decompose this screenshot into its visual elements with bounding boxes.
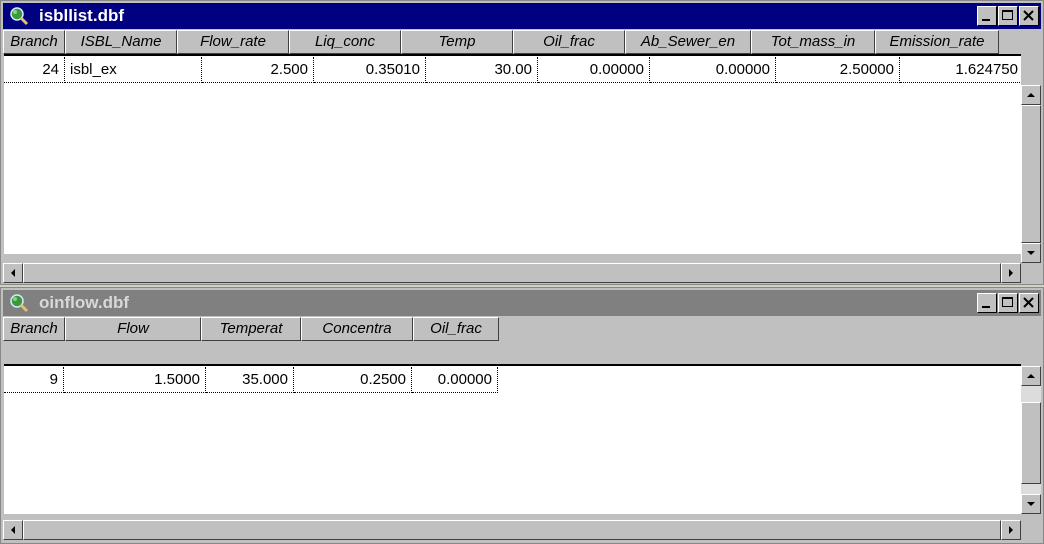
table-row[interactable]: 24 isbl_ex 2.500 0.35010 30.00 0.00000 0… [4,57,1021,83]
arrow-left-icon [11,526,15,534]
horizontal-scrollbar[interactable] [3,520,1021,540]
horizontal-scrollbar[interactable] [3,263,1021,283]
arrow-down-icon [1027,502,1035,506]
scrollbar-corner [1021,520,1041,540]
cell-flow[interactable]: 1.5000 [64,367,206,393]
data-grid[interactable]: 9 1.5000 35.000 0.2500 0.00000 [4,364,1021,514]
column-header-oil-frac[interactable]: Oil_frac [513,30,625,54]
column-header-ab-sewer-en[interactable]: Ab_Sewer_en [625,30,751,54]
arrow-right-icon [1009,526,1013,534]
data-grid[interactable]: 24 isbl_ex 2.500 0.35010 30.00 0.00000 0… [4,54,1021,254]
scroll-thumb[interactable] [23,263,1001,283]
arrow-left-icon [11,269,15,277]
isbllist-window: isbllist.dbf Branch ISBL_Name Flow_rate … [0,0,1044,285]
minimize-button[interactable] [977,6,997,26]
scroll-down-button[interactable] [1021,494,1041,514]
globe-magnifier-icon [10,294,29,313]
minimize-icon [982,19,990,21]
grid-divider [4,364,1021,366]
maximize-icon [1002,10,1013,20]
column-header-isbl-name[interactable]: ISBL_Name [65,30,177,54]
cell-branch[interactable]: 24 [4,57,65,83]
scrollbar-corner [1021,263,1041,283]
maximize-button[interactable] [998,293,1018,313]
cell-oil-frac[interactable]: 0.00000 [412,367,498,393]
cell-tot-mass-in[interactable]: 2.50000 [776,57,900,83]
scroll-down-button[interactable] [1021,243,1041,263]
scroll-right-button[interactable] [1001,520,1021,540]
vertical-scrollbar[interactable] [1021,366,1041,514]
scroll-thumb[interactable] [1021,402,1041,484]
scroll-thumb[interactable] [23,520,1001,540]
title-bar[interactable]: isbllist.dbf [3,3,1041,29]
scroll-up-button[interactable] [1021,366,1041,386]
cell-isbl-name[interactable]: isbl_ex [65,57,202,83]
window-title: isbllist.dbf [39,6,124,25]
minimize-button[interactable] [977,293,997,313]
cell-oil-frac[interactable]: 0.00000 [538,57,650,83]
cell-temp[interactable]: 30.00 [426,57,538,83]
arrow-right-icon [1009,269,1013,277]
scroll-right-button[interactable] [1001,263,1021,283]
cell-liq-conc[interactable]: 0.35010 [314,57,426,83]
close-icon [1023,297,1034,308]
column-header-oil-frac[interactable]: Oil_frac [413,317,499,341]
column-header-temp[interactable]: Temp [401,30,513,54]
cell-ab-sewer-en[interactable]: 0.00000 [650,57,776,83]
column-header-concentra[interactable]: Concentra [301,317,413,341]
cell-flow-rate[interactable]: 2.500 [202,57,314,83]
cell-emission-rate[interactable]: 1.624750 [900,57,1021,83]
cell-branch[interactable]: 9 [4,367,64,393]
cell-temperat[interactable]: 35.000 [206,367,294,393]
close-button[interactable] [1019,293,1039,313]
column-header-flow[interactable]: Flow [65,317,201,341]
column-header: Branch ISBL_Name Flow_rate Liq_conc Temp… [3,30,1041,54]
title-bar[interactable]: oinflow.dbf [3,290,1041,316]
column-header-emission-rate[interactable]: Emission_rate [875,30,999,54]
globe-magnifier-icon [10,7,29,26]
minimize-icon [982,306,990,308]
column-header-flow-rate[interactable]: Flow_rate [177,30,289,54]
column-header-tot-mass-in[interactable]: Tot_mass_in [751,30,875,54]
scroll-thumb[interactable] [1021,105,1041,243]
oinflow-window: oinflow.dbf Branch Flow Temperat Concent… [0,287,1044,544]
arrow-down-icon [1027,251,1035,255]
column-header-branch[interactable]: Branch [3,30,65,54]
close-icon [1023,10,1034,21]
scroll-left-button[interactable] [3,263,23,283]
column-header-liq-conc[interactable]: Liq_conc [289,30,401,54]
close-button[interactable] [1019,6,1039,26]
scroll-up-button[interactable] [1021,85,1041,105]
scroll-left-button[interactable] [3,520,23,540]
column-header-temperat[interactable]: Temperat [201,317,301,341]
vertical-scrollbar[interactable] [1021,85,1041,263]
maximize-icon [1002,297,1013,307]
column-header: Branch Flow Temperat Concentra Oil_frac [3,317,1041,341]
arrow-up-icon [1027,93,1035,97]
window-title: oinflow.dbf [39,293,130,312]
column-header-branch[interactable]: Branch [3,317,65,341]
table-row[interactable]: 9 1.5000 35.000 0.2500 0.00000 [4,367,1021,393]
grid-divider [4,54,1021,56]
maximize-button[interactable] [998,6,1018,26]
arrow-up-icon [1027,374,1035,378]
cell-concentra[interactable]: 0.2500 [294,367,412,393]
